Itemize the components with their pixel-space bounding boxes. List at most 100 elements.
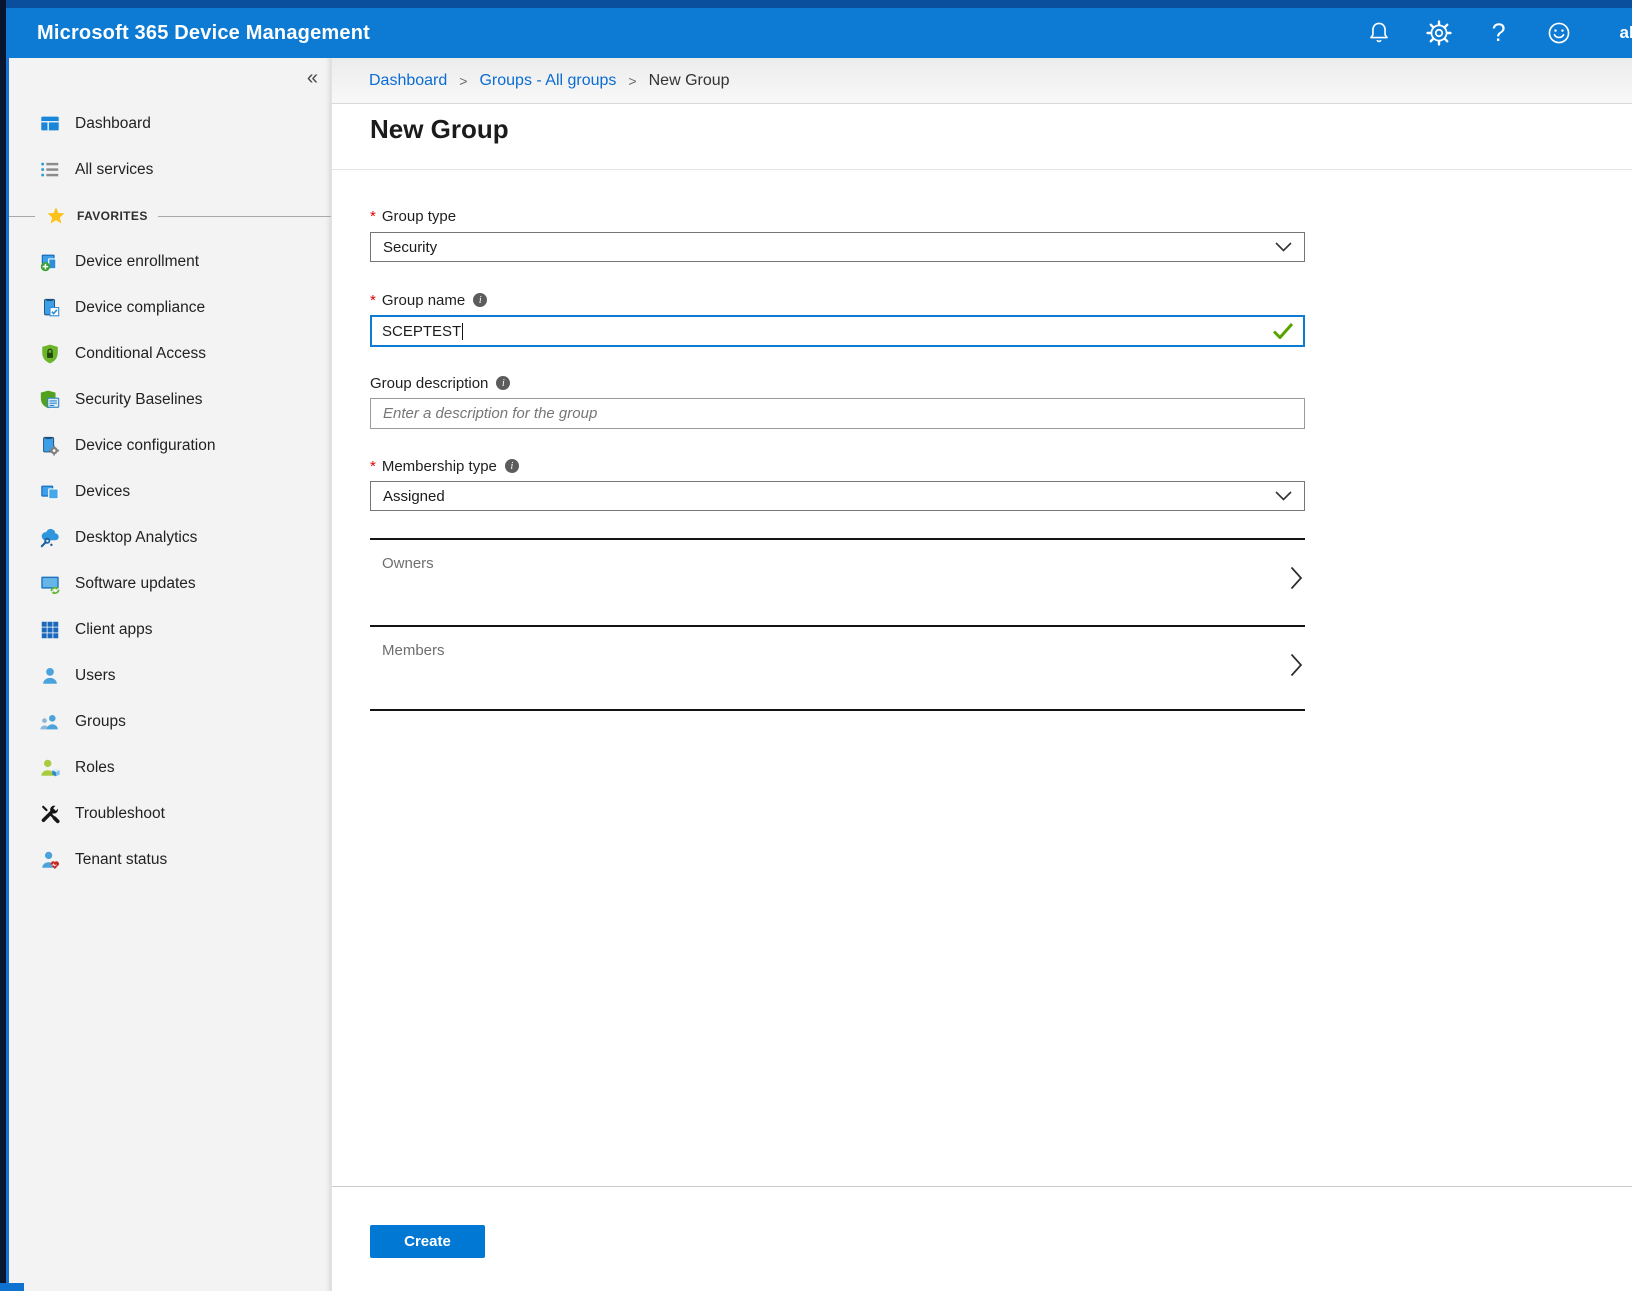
footer-divider <box>332 1186 1632 1187</box>
account-name[interactable]: alfr <box>1620 23 1632 43</box>
sidebar-item-software-updates[interactable]: Software updates <box>9 561 331 607</box>
sidebar-left-accent <box>6 58 9 1291</box>
gear-icon[interactable] <box>1426 20 1452 46</box>
group-name-label: * Group name i <box>370 290 1305 310</box>
breadcrumb: Dashboard > Groups - All groups > New Gr… <box>332 58 1632 104</box>
text-cursor <box>462 323 463 340</box>
favorites-divider: FAVORITES <box>9 193 331 239</box>
sidebar-item-device-configuration[interactable]: Device configuration <box>9 423 331 469</box>
owners-section[interactable]: Owners <box>370 538 1305 625</box>
sidebar-item-label: Dashboard <box>75 115 151 133</box>
sidebar-item-label: Client apps <box>75 621 153 639</box>
troubleshoot-icon <box>39 803 61 825</box>
sidebar-item-label: Desktop Analytics <box>75 529 197 547</box>
groups-icon <box>39 711 61 733</box>
breadcrumb-separator-icon: > <box>459 73 467 89</box>
chevron-right-icon <box>1290 566 1303 595</box>
sidebar-item-label: Device configuration <box>75 437 215 455</box>
favorites-star-icon <box>45 205 67 227</box>
all-services-icon <box>39 159 61 181</box>
info-icon[interactable]: i <box>473 293 487 307</box>
device-compliance-icon <box>39 297 61 319</box>
breadcrumb-dashboard[interactable]: Dashboard <box>369 72 447 90</box>
membership-type-select[interactable]: Assigned <box>370 481 1305 511</box>
sidebar-item-label: Groups <box>75 713 126 731</box>
new-group-form: * Group type Security * Group name i SCE… <box>332 206 1305 711</box>
owners-label: Owners <box>382 555 434 572</box>
security-baselines-icon <box>39 389 61 411</box>
tenant-status-icon <box>39 849 61 871</box>
info-icon[interactable]: i <box>505 459 519 473</box>
group-name-input[interactable]: SCEPTEST <box>370 315 1305 347</box>
sidebar-item-desktop-analytics[interactable]: Desktop Analytics <box>9 515 331 561</box>
desktop-analytics-icon <box>39 527 61 549</box>
required-marker: * <box>370 292 376 309</box>
sidebar-item-label: Device compliance <box>75 299 205 317</box>
membership-type-value: Assigned <box>383 488 445 505</box>
users-icon <box>39 665 61 687</box>
sidebar-item-label: Roles <box>75 759 115 777</box>
membership-type-label: * Membership type i <box>370 456 1305 476</box>
sidebar-item-conditional-access[interactable]: Conditional Access <box>9 331 331 377</box>
window-top-strip <box>0 0 1632 8</box>
group-type-label: * Group type <box>370 206 1305 226</box>
breadcrumb-current: New Group <box>649 72 730 90</box>
chevron-down-icon <box>1275 242 1292 252</box>
conditional-access-icon <box>39 343 61 365</box>
sidebar-item-device-enrollment[interactable]: Device enrollment <box>9 239 331 285</box>
dashboard-icon <box>39 113 61 135</box>
client-apps-icon <box>39 619 61 641</box>
device-configuration-icon <box>39 435 61 457</box>
app-title: Microsoft 365 Device Management <box>37 22 370 45</box>
group-description-input[interactable] <box>370 398 1305 429</box>
members-label: Members <box>382 642 445 659</box>
chevron-down-icon <box>1275 491 1292 501</box>
main-content: Dashboard > Groups - All groups > New Gr… <box>332 58 1632 1291</box>
sidebar-item-label: Users <box>75 667 115 685</box>
sidebar-item-label: All services <box>75 161 153 179</box>
sidebar-item-dashboard[interactable]: Dashboard <box>9 101 331 147</box>
chevron-right-icon <box>1290 653 1303 682</box>
sidebar-item-label: Troubleshoot <box>75 805 165 823</box>
sidebar-item-client-apps[interactable]: Client apps <box>9 607 331 653</box>
page-title: New Group <box>370 114 1632 145</box>
sidebar-item-security-baselines[interactable]: Security Baselines <box>9 377 331 423</box>
required-marker: * <box>370 208 376 225</box>
smiley-icon[interactable] <box>1546 20 1572 46</box>
bell-icon[interactable] <box>1366 20 1392 46</box>
group-type-value: Security <box>383 239 437 256</box>
required-marker: * <box>370 458 376 475</box>
valid-check-icon <box>1273 323 1293 339</box>
sidebar: « Dashboard All services <box>9 58 332 1291</box>
create-button[interactable]: Create <box>370 1225 485 1258</box>
sidebar-collapse-button[interactable]: « <box>307 68 318 88</box>
sidebar-nav: Dashboard All services FAVORITES <box>9 101 331 883</box>
info-icon[interactable]: i <box>496 376 510 390</box>
sidebar-item-users[interactable]: Users <box>9 653 331 699</box>
breadcrumb-groups-all-groups[interactable]: Groups - All groups <box>479 72 616 90</box>
sidebar-item-roles[interactable]: Roles <box>9 745 331 791</box>
sidebar-item-label: Conditional Access <box>75 345 206 363</box>
sidebar-item-label: Devices <box>75 483 130 501</box>
group-description-label: Group description i <box>370 373 1305 393</box>
favorites-label: FAVORITES <box>77 209 148 223</box>
group-name-value: SCEPTEST <box>382 323 461 340</box>
help-icon[interactable]: ? <box>1486 20 1512 46</box>
device-enrollment-icon <box>39 251 61 273</box>
page-header: New Group <box>332 104 1632 170</box>
devices-icon <box>39 481 61 503</box>
sidebar-item-groups[interactable]: Groups <box>9 699 331 745</box>
sidebar-item-label: Device enrollment <box>75 253 199 271</box>
sidebar-item-label: Tenant status <box>75 851 167 869</box>
sidebar-item-all-services[interactable]: All services <box>9 147 331 193</box>
sidebar-item-troubleshoot[interactable]: Troubleshoot <box>9 791 331 837</box>
group-type-select[interactable]: Security <box>370 232 1305 262</box>
members-section[interactable]: Members <box>370 625 1305 711</box>
sidebar-item-label: Security Baselines <box>75 391 203 409</box>
roles-icon <box>39 757 61 779</box>
software-updates-icon <box>39 573 61 595</box>
sidebar-item-devices[interactable]: Devices <box>9 469 331 515</box>
app-header: Microsoft 365 Device Management ? <box>0 8 1632 58</box>
sidebar-item-device-compliance[interactable]: Device compliance <box>9 285 331 331</box>
sidebar-item-tenant-status[interactable]: Tenant status <box>9 837 331 883</box>
